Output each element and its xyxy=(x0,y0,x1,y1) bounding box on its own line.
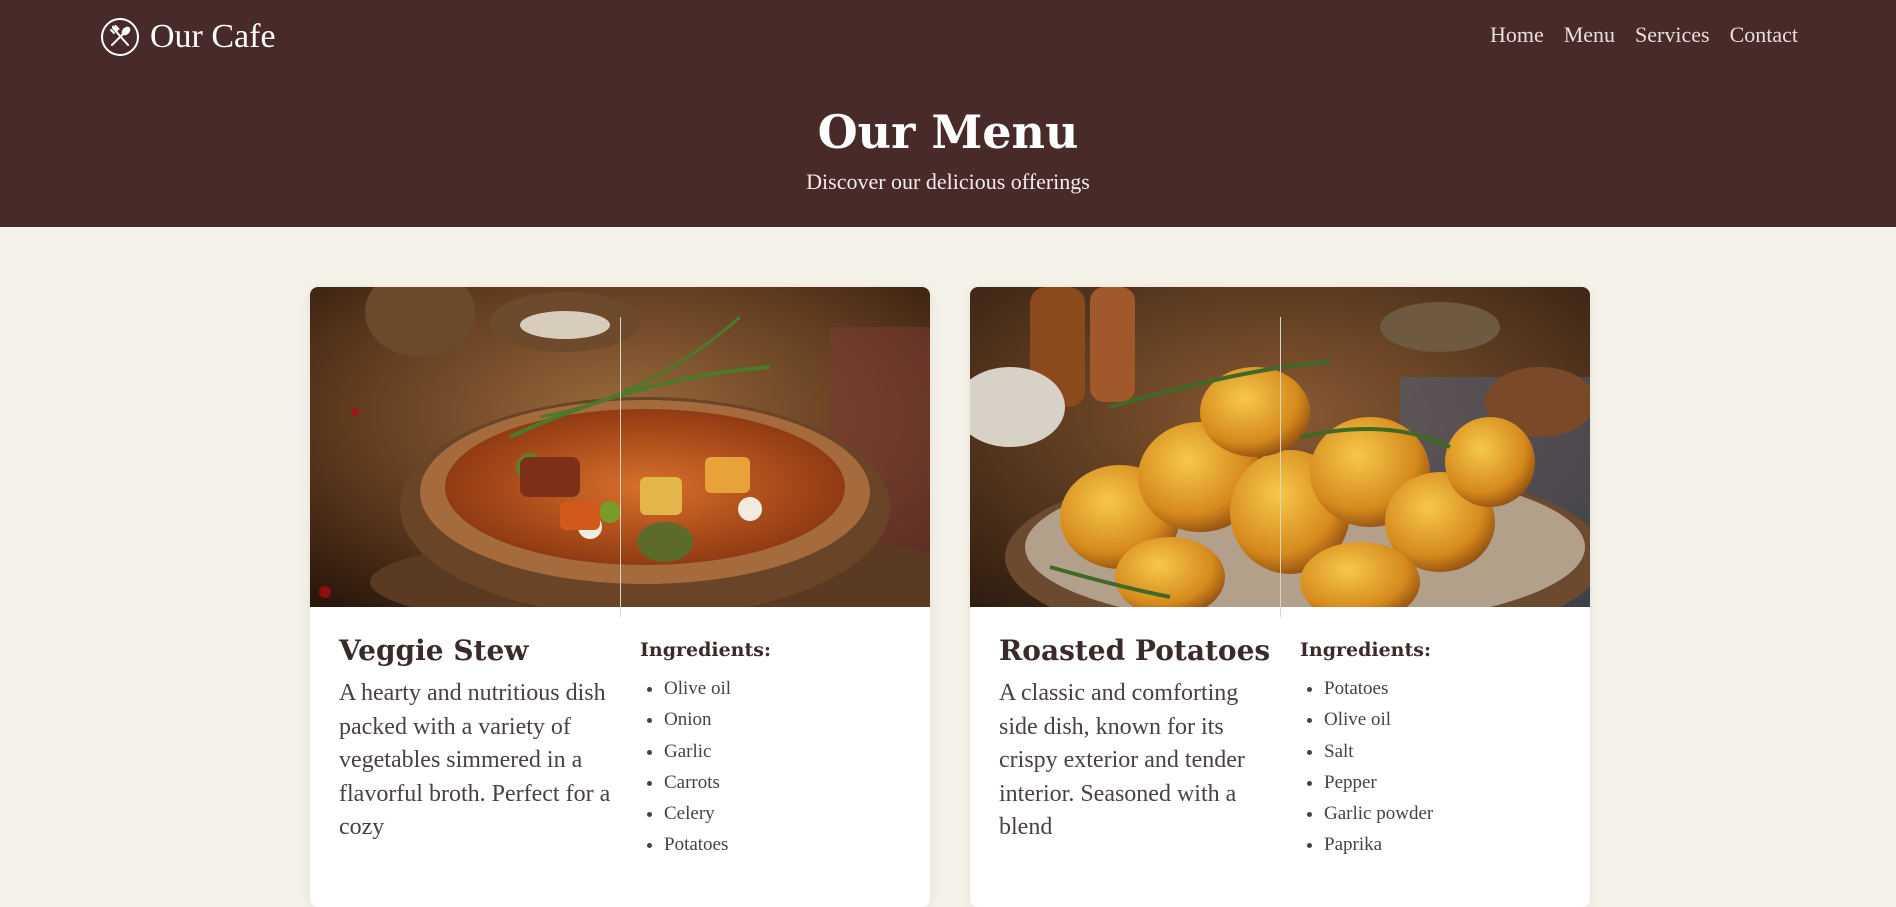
ingredients-heading: Ingredients: xyxy=(1300,639,1431,661)
page-title: Our Menu xyxy=(817,105,1079,159)
ingredients-heading: Ingredients: xyxy=(640,639,771,661)
nav-services-link[interactable]: Services xyxy=(1635,20,1710,50)
ingredient-item: Pepper xyxy=(1324,767,1433,798)
card-body: Veggie Stew A hearty and nutritious dish… xyxy=(310,607,930,907)
ingredients-list: Potatoes Olive oil Salt Pepper Garlic po… xyxy=(1300,673,1433,861)
ingredient-item: Salt xyxy=(1324,736,1433,767)
card-body: Roasted Potatoes A classic and comfortin… xyxy=(970,607,1590,907)
ingredient-item: Celery xyxy=(664,798,731,829)
site-header: Our Cafe Home Menu Services Contact Our … xyxy=(0,0,1896,227)
nav-contact-link[interactable]: Contact xyxy=(1730,20,1798,50)
ingredient-item: Olive oil xyxy=(664,673,731,704)
ingredient-item: Paprika xyxy=(1324,829,1433,860)
dish-description: A classic and comforting side dish, know… xyxy=(999,680,1245,840)
nav-menu-link[interactable]: Menu xyxy=(1564,20,1615,50)
dish-title: Veggie Stew xyxy=(339,634,529,667)
nav-home-link[interactable]: Home xyxy=(1490,20,1544,50)
ingredient-item: Onion xyxy=(664,704,731,735)
ingredient-item: Olive oil xyxy=(1324,704,1433,735)
dish-title: Roasted Potatoes xyxy=(999,634,1271,667)
ingredient-item: Carrots xyxy=(664,767,731,798)
ingredient-item: Garlic xyxy=(664,736,731,767)
column-divider xyxy=(620,317,621,617)
main-nav: Home Menu Services Contact xyxy=(1490,20,1798,50)
brand-name[interactable]: Our Cafe xyxy=(150,17,276,57)
page-subtitle: Discover our delicious offerings xyxy=(806,169,1090,194)
ingredients-list: Olive oil Onion Garlic Carrots Celery Po… xyxy=(640,673,731,861)
ingredient-item: Garlic powder xyxy=(1324,798,1433,829)
utensils-logo-icon xyxy=(101,18,139,56)
dish-description: A hearty and nutritious dish packed with… xyxy=(339,680,611,840)
brand[interactable]: Our Cafe xyxy=(100,17,276,57)
ingredient-item: Potatoes xyxy=(1324,673,1433,704)
ingredient-item: Potatoes xyxy=(664,829,731,860)
column-divider xyxy=(1280,317,1281,617)
